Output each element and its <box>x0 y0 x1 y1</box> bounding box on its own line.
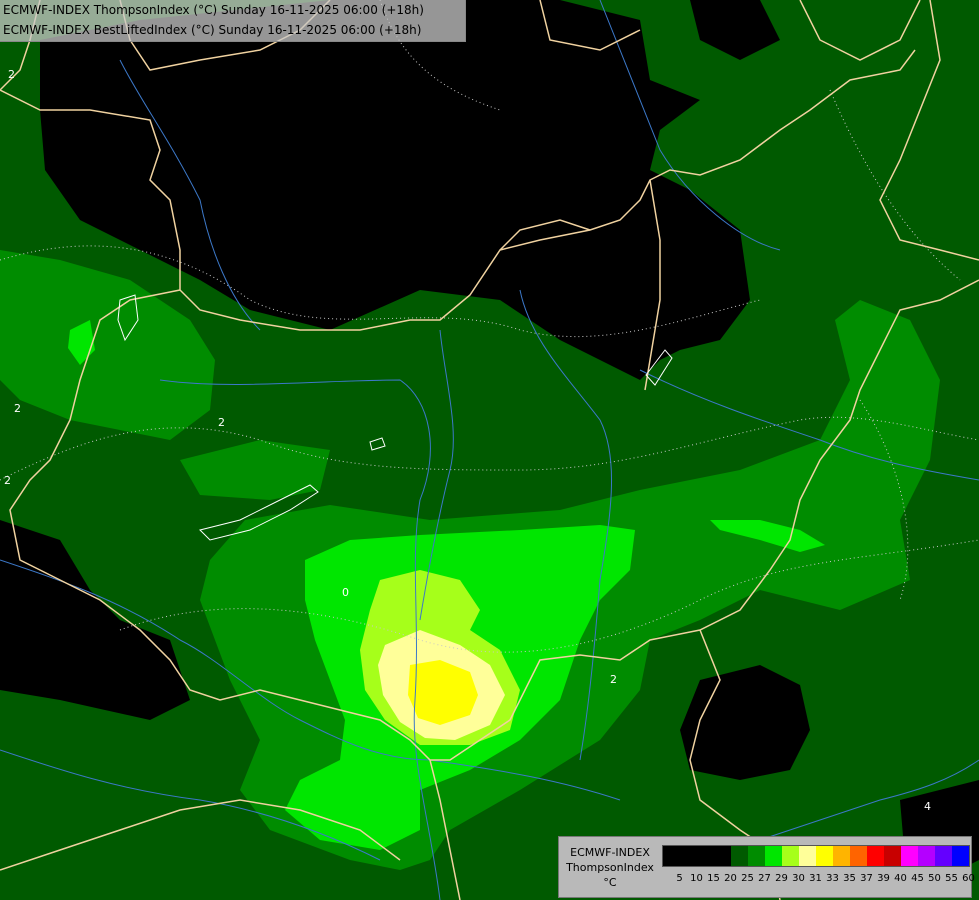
map-title-box: ECMWF-INDEX ThompsonIndex (°C) Sunday 16… <box>0 0 466 42</box>
legend-swatch <box>697 846 714 866</box>
contour-label: 0 <box>342 586 349 599</box>
legend-tick-label: 35 <box>843 873 856 884</box>
legend-tick-label: 45 <box>911 873 924 884</box>
legend-swatch <box>918 846 935 866</box>
legend-swatch <box>714 846 731 866</box>
legend-tick-label: 10 <box>690 873 703 884</box>
legend-unit: °C <box>603 876 617 889</box>
legend-swatch <box>952 846 969 866</box>
legend-swatch <box>765 846 782 866</box>
legend-tick-label: 27 <box>758 873 771 884</box>
thompson-index-map: 2 2 2 2 0 2 4 <box>0 0 979 900</box>
legend-tick-label: 37 <box>860 873 873 884</box>
contour-label: 2 <box>4 474 11 487</box>
legend-model: ECMWF-INDEX <box>570 846 650 859</box>
legend-tick-label: 40 <box>894 873 907 884</box>
legend-parameter: ThompsonIndex <box>566 861 654 874</box>
legend-ticks: 5 10 15 20 25 27 29 30 31 33 35 37 39 40 45 50 55 60 <box>671 872 977 886</box>
map-title-secondary: ECMWF-INDEX BestLiftedIndex (°C) Sunday … <box>3 23 422 37</box>
legend-swatch <box>799 846 816 866</box>
legend-tick-label: 20 <box>724 873 737 884</box>
legend-swatch <box>935 846 952 866</box>
legend-swatch <box>680 846 697 866</box>
legend-swatches <box>662 845 970 867</box>
legend-tick-label: 55 <box>945 873 958 884</box>
legend-tick-label: 5 <box>676 873 683 884</box>
legend-tick-label: 29 <box>775 873 788 884</box>
contour-label: 2 <box>14 402 21 415</box>
legend-tick-label: 33 <box>826 873 839 884</box>
legend-label: ECMWF-INDEX ThompsonIndex °C <box>561 845 659 895</box>
legend-swatch <box>867 846 884 866</box>
legend-tick-label: 15 <box>707 873 720 884</box>
contour-label: 2 <box>218 416 225 429</box>
legend-swatch <box>748 846 765 866</box>
contour-label: 2 <box>8 68 15 81</box>
legend-tick-label: 60 <box>962 873 975 884</box>
legend-swatch <box>850 846 867 866</box>
legend-swatch <box>884 846 901 866</box>
contour-label: 4 <box>924 800 931 813</box>
legend-tick-label: 50 <box>928 873 941 884</box>
legend-swatch <box>731 846 748 866</box>
legend-swatch <box>901 846 918 866</box>
legend-swatch <box>833 846 850 866</box>
legend-tick-label: 30 <box>792 873 805 884</box>
map-title-primary: ECMWF-INDEX ThompsonIndex (°C) Sunday 16… <box>3 3 424 17</box>
legend-swatch <box>663 846 680 866</box>
legend-tick-label: 39 <box>877 873 890 884</box>
legend-swatch <box>816 846 833 866</box>
legend-tick-label: 31 <box>809 873 822 884</box>
color-scale-legend: ECMWF-INDEX ThompsonIndex °C 5 10 15 20 25 27… <box>558 836 975 898</box>
legend-tick-label: 25 <box>741 873 754 884</box>
legend-swatch <box>782 846 799 866</box>
contour-label: 2 <box>610 673 617 686</box>
